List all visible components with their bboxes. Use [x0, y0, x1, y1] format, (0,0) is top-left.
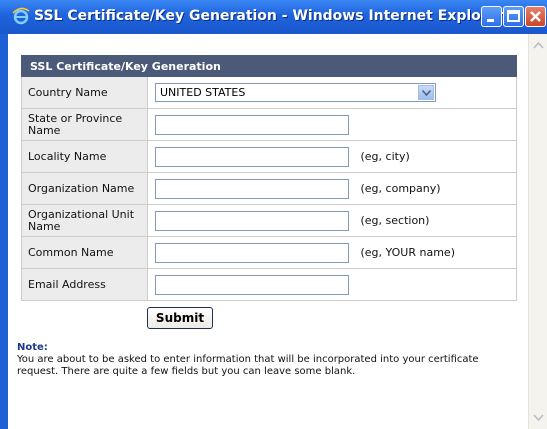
ssl-form-table: SSL Certificate/Key Generation Country N…: [21, 55, 517, 301]
maximize-button[interactable]: [503, 6, 524, 27]
form-row-common-name: Common Name (eg, YOUR name): [21, 236, 517, 269]
minimize-icon: [487, 19, 494, 22]
country-select[interactable]: UNITED STATES: [155, 83, 436, 102]
form-row-country: Country Name UNITED STATES: [21, 76, 517, 109]
common-name-field[interactable]: [155, 242, 349, 263]
common-name-hint: (eg, YOUR name): [360, 246, 456, 259]
organization-name-field[interactable]: [155, 178, 349, 199]
minimize-button[interactable]: [481, 6, 502, 27]
window-title: SSL Certificate/Key Generation - Windows…: [34, 8, 505, 24]
org-unit-name-label: Organizational Unit Name: [21, 204, 148, 237]
form-header: SSL Certificate/Key Generation: [21, 55, 517, 77]
chevron-down-icon[interactable]: [418, 85, 434, 100]
state-province-label: State or Province Name: [21, 108, 148, 141]
org-unit-hint: (eg, section): [360, 214, 430, 227]
email-address-label: Email Address: [21, 268, 148, 301]
ie-icon: [12, 7, 30, 25]
vertical-scrollbar[interactable]: [528, 34, 547, 429]
note-label: Note:: [17, 342, 48, 353]
browser-window: SSL Certificate/Key Generation - Windows…: [0, 0, 547, 429]
window-border: [0, 34, 8, 429]
note-text: You are about to be asked to enter infor…: [17, 354, 479, 377]
country-select-value: UNITED STATES: [160, 86, 246, 99]
scroll-down-icon[interactable]: [531, 410, 546, 425]
organization-name-label: Organization Name: [21, 172, 148, 205]
organization-hint: (eg, company): [360, 182, 441, 195]
scroll-up-icon[interactable]: [531, 38, 546, 53]
locality-name-label: Locality Name: [21, 140, 148, 173]
submit-button[interactable]: Submit: [147, 307, 213, 329]
form-row-email: Email Address: [21, 268, 517, 301]
common-name-label: Common Name: [21, 236, 148, 269]
locality-hint: (eg, city): [360, 150, 410, 163]
locality-name-field[interactable]: [155, 146, 349, 167]
close-button[interactable]: [525, 6, 546, 27]
close-icon: [530, 11, 541, 22]
form-row-state: State or Province Name: [21, 108, 517, 141]
form-row-organization: Organization Name (eg, company): [21, 172, 517, 205]
state-province-field[interactable]: [155, 114, 349, 135]
form-row-locality: Locality Name (eg, city): [21, 140, 517, 173]
org-unit-name-field[interactable]: [155, 210, 349, 231]
country-name-label: Country Name: [21, 76, 148, 109]
email-address-field[interactable]: [155, 274, 349, 295]
title-bar[interactable]: SSL Certificate/Key Generation - Windows…: [0, 0, 547, 35]
note-block: Note: You are about to be asked to enter…: [17, 342, 517, 378]
form-row-org-unit: Organizational Unit Name (eg, section): [21, 204, 517, 237]
maximize-icon: [507, 10, 520, 22]
